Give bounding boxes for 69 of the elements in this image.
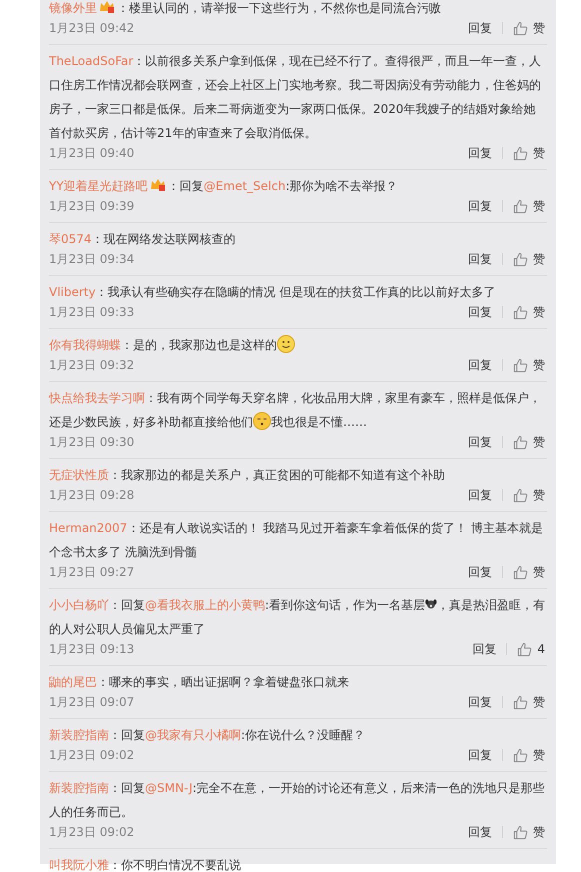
- comment-time: 1月23日 09:32: [49, 357, 134, 374]
- comment-text: YY迎着星光赶路吧 ：回复@Emet_Selch:那你为啥不去举报？: [49, 177, 399, 195]
- thumbs-up-icon: [513, 488, 528, 502]
- like-button[interactable]: 赞: [513, 823, 545, 841]
- comment-time: 1月23日 09:13: [49, 641, 134, 658]
- like-button[interactable]: 赞: [513, 433, 545, 451]
- thumbs-up-icon: [513, 824, 528, 840]
- like-button[interactable]: 赞: [513, 197, 545, 215]
- comment-text: 你有我得蝴蝶：是的，我家那边也是这样的: [49, 333, 547, 357]
- like-button[interactable]: 赞: [513, 250, 545, 268]
- thumbs-up-icon: [513, 304, 528, 320]
- like-button[interactable]: 赞: [513, 356, 545, 374]
- reply-button[interactable]: 回复: [468, 823, 492, 841]
- thumbs-up-icon: [513, 358, 528, 372]
- comment-text: 镜像外里 ：楼里认同的，请举报一下这些行为，不然你也是同流合污嗷: [49, 0, 442, 17]
- thumbs-up-icon: [513, 434, 528, 450]
- smiley-icon: [277, 335, 295, 353]
- comment-text: 琴0574：现在网络发达联网核查的: [49, 231, 237, 248]
- comment-text: 新装腔指南：回复@SMN-J:完全不在意，一开始的讨论还有意义，后来清一色的洗地只是那些人的任务而已。: [49, 780, 546, 821]
- comment-time: 1月23日 09:39: [49, 198, 134, 215]
- thumbs-up-icon: [513, 694, 528, 710]
- comment-time: 1月23日 09:30: [49, 434, 134, 451]
- comment-time: 1月23日 09:42: [49, 20, 134, 37]
- reply-button[interactable]: 回复: [468, 197, 492, 215]
- comment-time: 1月23日 09:07: [49, 694, 134, 711]
- comment-time: 1月23日 09:02: [49, 824, 134, 841]
- reply-button[interactable]: 回复: [468, 144, 492, 162]
- comment-text: 叫我阮小雅：你不明白情况不要乱说: [49, 857, 242, 872]
- like-button[interactable]: 赞: [513, 303, 545, 321]
- like-button[interactable]: 赞: [513, 563, 545, 581]
- reply-button[interactable]: 回复: [468, 433, 492, 451]
- squinting-face-icon: [253, 412, 271, 430]
- comment-text: Vliberty：我承认有些确实存在隐瞒的情况 但是现在的扶贫工作真的比以前好太多了: [49, 284, 496, 301]
- thumbs-up-icon: [517, 642, 532, 656]
- thumbs-up-icon: [513, 198, 528, 214]
- comment-time: 1月23日 09:28: [49, 487, 134, 504]
- like-button[interactable]: 赞: [513, 746, 545, 764]
- reply-button[interactable]: 回复: [468, 563, 492, 581]
- thumbs-up-icon: [513, 146, 528, 160]
- comment-text: Herman2007：还是有人敢说实话的！ 我踏马见过开着豪车拿着低保的货了！ 博主基本就是个念书太多了 洗脑洗到骨髓: [49, 520, 544, 561]
- reply-button[interactable]: 回复: [468, 19, 492, 37]
- thumbs-up-icon: [513, 252, 528, 266]
- comment-text: TheLoadSoFar：以前很多关系户拿到低保，现在已经不行了。查得很严，而且一年一查，人口住房工作情况都会联网查，还会上社区上门实地考察。我二哥因病没有劳动能力，住爸妈的房子，一家三口都是低保。后来二哥病逝变为一家两口低保。2020年我嫂子的结婚对象给她首付款买房，估计等21年的审查来了会取消低保。: [49, 53, 542, 142]
- comment-time: 1月23日 09:34: [49, 251, 134, 268]
- thumbs-up-icon: [513, 748, 528, 762]
- reply-button[interactable]: 回复: [468, 486, 492, 504]
- reply-button[interactable]: 回复: [468, 693, 492, 711]
- reply-button[interactable]: 回复: [468, 250, 492, 268]
- comment-text: 新装腔指南：回复@我家有只小橘啊:你在说什么？没睡醒？: [49, 727, 366, 744]
- like-button[interactable]: 赞: [513, 19, 545, 37]
- reply-button[interactable]: 回复: [468, 356, 492, 374]
- thumbs-up-icon: [513, 20, 528, 36]
- like-button[interactable]: 赞: [513, 486, 545, 504]
- comment-time: 1月23日 09:33: [49, 304, 134, 321]
- like-button[interactable]: 赞: [513, 693, 545, 711]
- thumbs-up-icon: [513, 564, 528, 580]
- comment-text: 鼬的尾巴：哪来的事实，晒出证据啊？拿着键盘张口就来: [49, 674, 350, 691]
- comment-time: 1月23日 09:40: [49, 145, 134, 162]
- comment-text: 无症状性质：我家那边的都是关系户，真正贫困的可能都不知道有这个补助: [49, 467, 446, 484]
- dog-face-icon: [425, 598, 438, 610]
- like-button[interactable]: 4: [517, 640, 545, 658]
- reply-button[interactable]: 回复: [468, 746, 492, 764]
- comment-time: 1月23日 09:27: [49, 564, 134, 581]
- comment-text: 小小白杨吖：回复@看我衣服上的小黄鸭:看到你这句话，作为一名基层 ，真是热泪盈眶，有的人对公职人员偏见太严重了: [49, 597, 546, 638]
- reply-button[interactable]: 回复: [472, 640, 496, 658]
- comment-time: 1月23日 09:02: [49, 747, 134, 764]
- like-button[interactable]: 赞: [513, 144, 545, 162]
- comment-text: 快点给我去学习啊：我有两个同学每天穿名牌，化妆品用大牌，家里有豪车，照样是低保户，还是少数民族，好多补助都直接给他们 我也很是不懂……: [49, 390, 542, 432]
- reply-button[interactable]: 回复: [468, 303, 492, 321]
